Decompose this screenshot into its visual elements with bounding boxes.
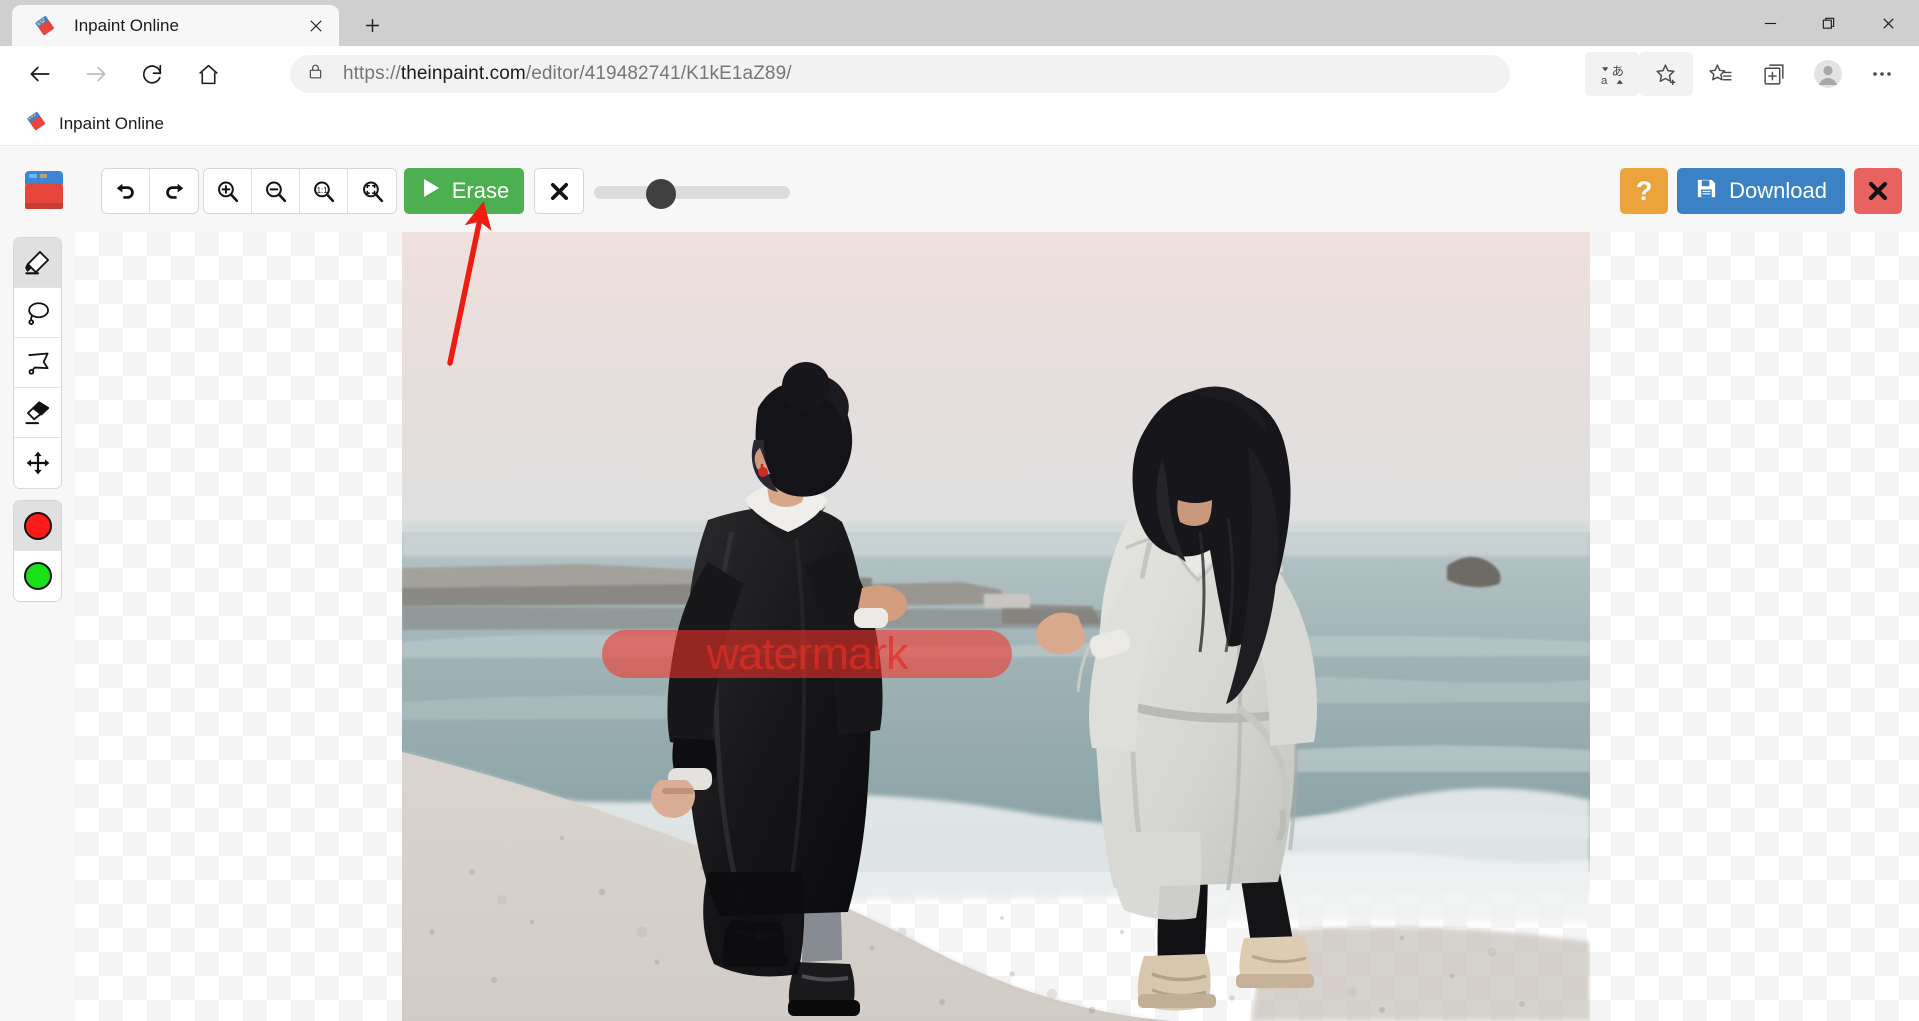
photo-illustration	[402, 232, 1590, 1021]
inpaint-app: 1:1 Erase ? Download	[0, 147, 1919, 1021]
close-editor-button[interactable]	[1854, 168, 1902, 214]
inpaint-eraser-logo	[23, 169, 65, 211]
browser-titlebar: Inpaint Online	[0, 0, 1919, 46]
browser-toolbar-right: a あ	[1585, 46, 1909, 102]
floppy-save-icon	[1695, 177, 1718, 206]
color-green-swatch	[23, 562, 52, 590]
slider-track	[594, 186, 790, 199]
ellipsis-icon[interactable]	[1855, 52, 1909, 96]
back-arrow-icon[interactable]	[12, 46, 68, 102]
address-bar-url: https://theinpaint.com/editor/419482741/…	[343, 63, 792, 85]
brush-size-slider[interactable]	[594, 179, 790, 209]
address-bar[interactable]: https://theinpaint.com/editor/419482741/…	[290, 55, 1510, 93]
tab-close-icon[interactable]	[303, 13, 329, 39]
close-icon[interactable]	[1857, 0, 1919, 46]
lock-icon	[306, 62, 325, 86]
url-scheme: https://	[343, 63, 401, 84]
magnifier-one-to-one-icon[interactable]: 1:1	[300, 169, 348, 213]
tools-sidebar	[0, 232, 75, 1021]
zoom-button-group: 1:1	[203, 168, 397, 214]
erase-button[interactable]: Erase	[404, 168, 524, 214]
color-red-button[interactable]	[14, 501, 61, 551]
marker-tool[interactable]	[14, 238, 61, 288]
url-path: /editor/419482741/K1kE1aZ89/	[525, 63, 792, 84]
drawing-tools-group	[13, 237, 62, 489]
lasso-tool[interactable]	[14, 288, 61, 338]
profile-avatar-icon[interactable]	[1801, 52, 1855, 96]
url-host: theinpaint.com	[400, 63, 526, 84]
redo-arrow-icon[interactable]	[150, 169, 198, 213]
app-actions-right: ? Download	[1620, 168, 1902, 214]
new-tab-button[interactable]	[355, 9, 389, 41]
browser-tab[interactable]: Inpaint Online	[12, 5, 339, 46]
magnifier-minus-icon[interactable]	[252, 169, 300, 213]
color-red-swatch	[23, 511, 52, 540]
download-button[interactable]: Download	[1677, 168, 1845, 214]
eraser-icon	[34, 15, 56, 37]
window-controls	[1741, 0, 1919, 46]
eraser-tool[interactable]	[14, 388, 61, 438]
selection-mask-stroke[interactable]	[602, 630, 1012, 678]
eraser-icon	[26, 111, 47, 137]
slider-thumb[interactable]	[646, 179, 676, 209]
restore-icon[interactable]	[1799, 0, 1857, 46]
history-button-group	[101, 168, 199, 214]
undo-arrow-icon[interactable]	[102, 169, 150, 213]
editor-canvas[interactable]: watermark	[75, 232, 1919, 1021]
home-icon[interactable]	[180, 46, 236, 102]
download-button-label: Download	[1729, 178, 1827, 203]
bookmark-inpaint-online[interactable]: Inpaint Online	[18, 107, 172, 141]
svg-text:a: a	[1601, 74, 1608, 86]
tab-title: Inpaint Online	[74, 15, 179, 35]
erase-button-label: Erase	[451, 178, 510, 203]
polygon-lasso-tool[interactable]	[14, 338, 61, 388]
favorites-icon[interactable]	[1693, 52, 1747, 96]
bookmarks-bar: Inpaint Online	[0, 102, 1919, 146]
translate-icon[interactable]: a あ	[1585, 52, 1639, 96]
color-green-button[interactable]	[14, 551, 61, 601]
mask-color-group	[13, 500, 62, 602]
star-plus-icon[interactable]	[1639, 52, 1693, 96]
svg-text:1:1: 1:1	[317, 185, 329, 194]
bookmark-label: Inpaint Online	[59, 113, 164, 133]
svg-text:あ: あ	[1611, 64, 1624, 78]
collections-icon[interactable]	[1747, 52, 1801, 96]
forward-arrow-icon	[68, 46, 124, 102]
app-toolbar: 1:1 Erase ? Download	[0, 147, 1919, 232]
magnifier-fit-icon[interactable]	[348, 169, 396, 213]
move-tool[interactable]	[14, 438, 61, 488]
magnifier-plus-icon[interactable]	[204, 169, 252, 213]
source-photo[interactable]: watermark	[402, 232, 1590, 1021]
minimize-icon[interactable]	[1741, 0, 1799, 46]
play-triangle-icon	[419, 176, 443, 206]
refresh-icon[interactable]	[124, 46, 180, 102]
cancel-selection-button[interactable]	[534, 168, 584, 214]
help-button[interactable]: ?	[1620, 168, 1669, 214]
